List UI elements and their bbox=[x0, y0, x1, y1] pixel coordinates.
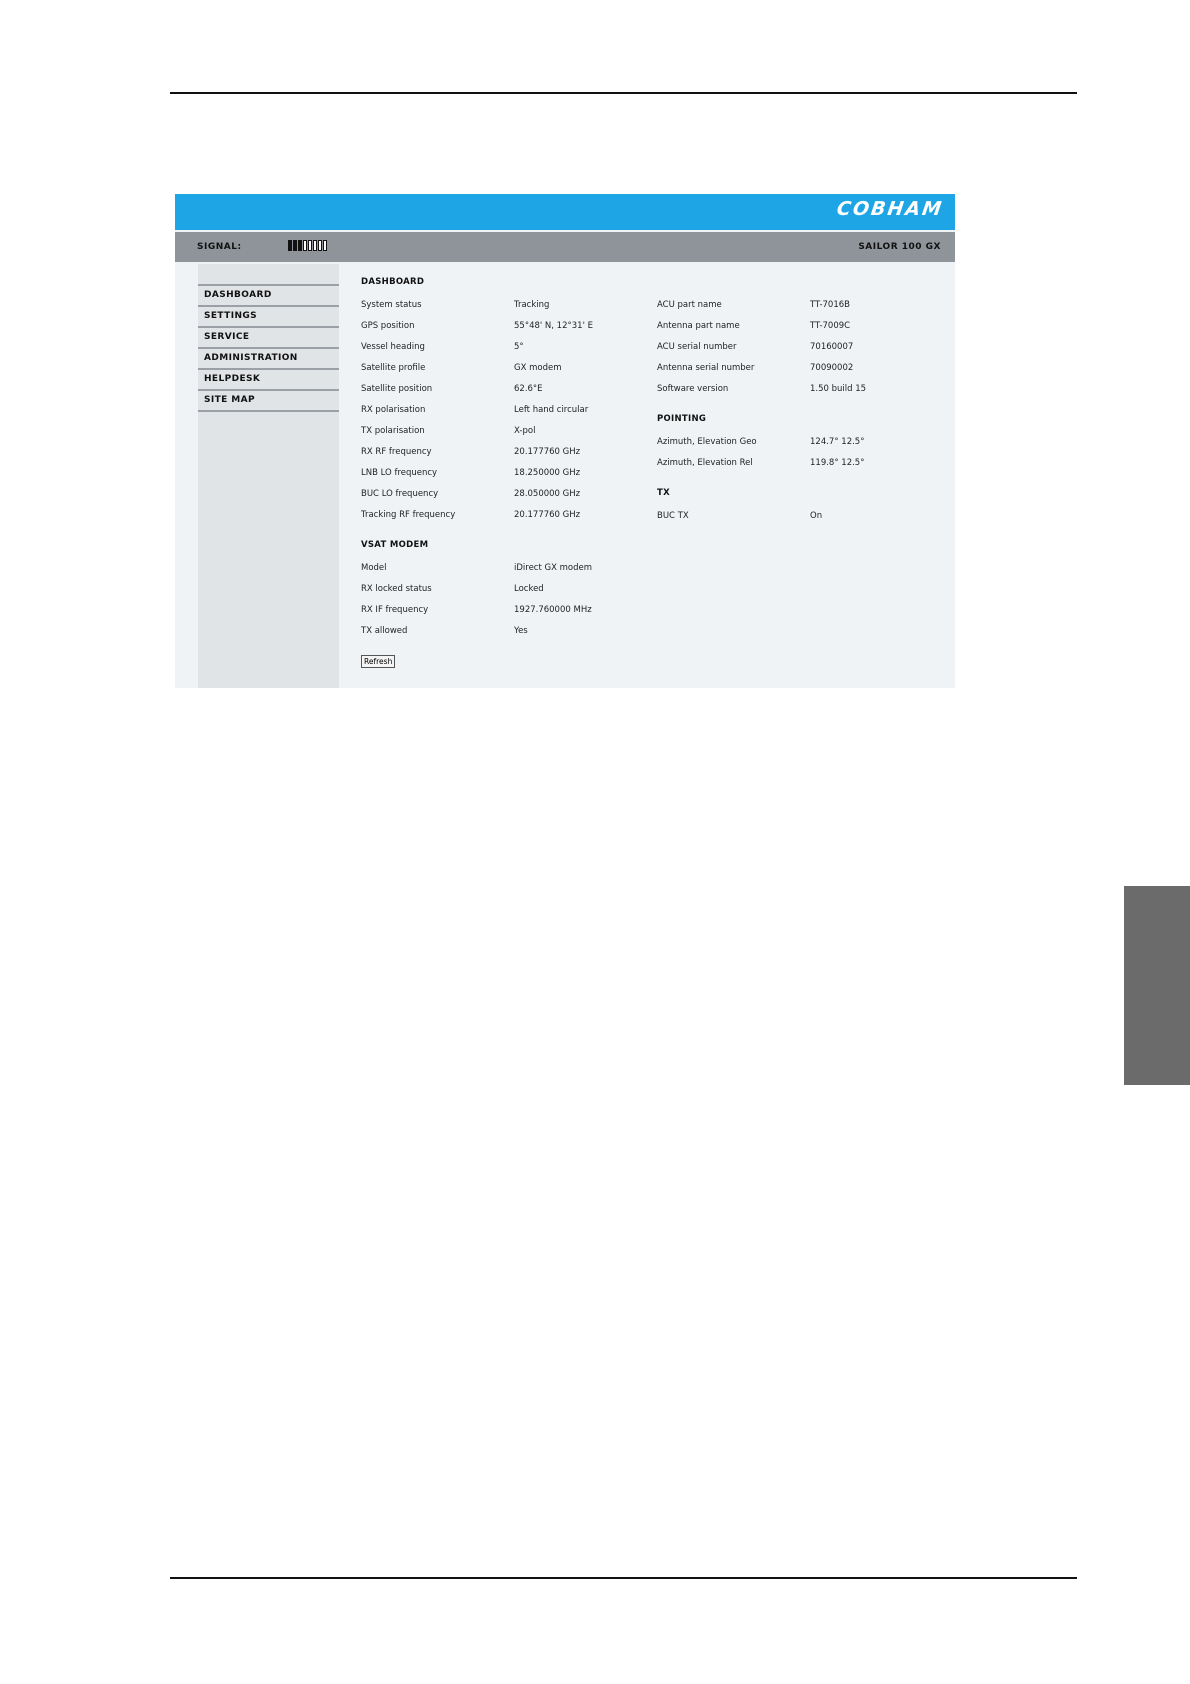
row-value: X-pol bbox=[514, 426, 536, 436]
row-label: ACU part name bbox=[657, 300, 722, 310]
signal-segment bbox=[308, 240, 312, 251]
row-label: TX polarisation bbox=[361, 426, 425, 436]
sidebar-item-settings[interactable]: SETTINGS bbox=[198, 305, 339, 326]
sidebar-item-dashboard[interactable]: DASHBOARD bbox=[198, 284, 339, 305]
row-value: Locked bbox=[514, 584, 544, 594]
row-label: System status bbox=[361, 300, 422, 310]
row-label: GPS position bbox=[361, 321, 415, 331]
dashboard-title: DASHBOARD bbox=[361, 277, 425, 287]
signal-strength-meter bbox=[288, 240, 327, 251]
tx-title: TX bbox=[657, 488, 670, 498]
vsat-modem-title: VSAT MODEM bbox=[361, 540, 429, 550]
row-label: ACU serial number bbox=[657, 342, 737, 352]
row-value: Left hand circular bbox=[514, 405, 589, 415]
row-label: RX locked status bbox=[361, 584, 432, 594]
product-name: SAILOR 100 GX bbox=[858, 242, 941, 252]
sidebar-item-administration[interactable]: ADMINISTRATION bbox=[198, 347, 339, 368]
row-value: 28.050000 GHz bbox=[514, 489, 581, 499]
row-value: 55°48' N, 12°31' E bbox=[514, 321, 593, 331]
row-value: 18.250000 GHz bbox=[514, 468, 581, 478]
row-label: Tracking RF frequency bbox=[361, 510, 456, 520]
row-label: Vessel heading bbox=[361, 342, 425, 352]
row-label: Azimuth, Elevation Rel bbox=[657, 458, 753, 468]
page-bottom-rule bbox=[170, 1577, 1077, 1579]
signal-segment bbox=[318, 240, 322, 251]
row-value: 20.177760 GHz bbox=[514, 447, 581, 457]
signal-segment bbox=[303, 240, 307, 251]
cobham-logo: COBHAM bbox=[835, 198, 945, 220]
row-label: RX polarisation bbox=[361, 405, 426, 415]
sidebar-item-site-map[interactable]: SITE MAP bbox=[198, 389, 339, 412]
row-label: TX allowed bbox=[361, 626, 408, 636]
signal-bar: SIGNAL: SAILOR 100 GX bbox=[175, 232, 955, 262]
signal-segment bbox=[298, 240, 302, 251]
row-label: Azimuth, Elevation Geo bbox=[657, 437, 757, 447]
signal-segment bbox=[323, 240, 327, 251]
row-value: TT-7009C bbox=[810, 321, 851, 331]
row-label: Model bbox=[361, 563, 387, 573]
row-label: Satellite position bbox=[361, 384, 433, 394]
row-label: RX IF frequency bbox=[361, 605, 429, 615]
row-value: 124.7° 12.5° bbox=[810, 437, 865, 447]
signal-segment bbox=[293, 240, 297, 251]
row-label: Antenna serial number bbox=[657, 363, 755, 373]
row-value: TT-7016B bbox=[810, 300, 850, 310]
signal-label: SIGNAL: bbox=[197, 242, 242, 252]
sidebar-nav: DASHBOARD SETTINGS SERVICE ADMINISTRATIO… bbox=[198, 284, 339, 412]
row-label: BUC TX bbox=[657, 511, 689, 521]
row-label: Antenna part name bbox=[657, 321, 740, 331]
chapter-side-tab bbox=[1124, 886, 1190, 1085]
row-value: 119.8° 12.5° bbox=[810, 458, 865, 468]
row-value: Yes bbox=[514, 626, 528, 636]
row-label: Satellite profile bbox=[361, 363, 426, 373]
row-label: BUC LO frequency bbox=[361, 489, 439, 499]
pointing-title: POINTING bbox=[657, 414, 707, 424]
main-content: DASHBOARD System status Tracking GPS posi… bbox=[339, 262, 955, 688]
refresh-button[interactable]: Refresh bbox=[361, 655, 396, 668]
signal-segment bbox=[313, 240, 317, 251]
web-interface-screenshot: COBHAM SIGNAL: SAILOR 100 GX DASHBOARD S… bbox=[175, 194, 955, 688]
row-label: RX RF frequency bbox=[361, 447, 432, 457]
sidebar-item-helpdesk[interactable]: HELPDESK bbox=[198, 368, 339, 389]
row-label: Software version bbox=[657, 384, 729, 394]
row-value: Tracking bbox=[514, 300, 550, 310]
sidebar-item-service[interactable]: SERVICE bbox=[198, 326, 339, 347]
top-banner: COBHAM bbox=[175, 194, 955, 230]
row-value: 1927.760000 MHz bbox=[514, 605, 592, 615]
row-value: 62.6°E bbox=[514, 384, 543, 394]
row-value: 70090002 bbox=[810, 363, 854, 373]
row-value: 20.177760 GHz bbox=[514, 510, 581, 520]
row-value: iDirect GX modem bbox=[514, 563, 593, 573]
sidebar: DASHBOARD SETTINGS SERVICE ADMINISTRATIO… bbox=[198, 264, 339, 688]
page-top-rule bbox=[170, 92, 1077, 94]
row-value: 70160007 bbox=[810, 342, 854, 352]
signal-segment bbox=[288, 240, 292, 251]
row-value: 5° bbox=[514, 342, 524, 352]
row-value: GX modem bbox=[514, 363, 562, 373]
row-label: LNB LO frequency bbox=[361, 468, 438, 478]
row-value: 1.50 build 15 bbox=[810, 384, 867, 394]
row-value: On bbox=[810, 511, 823, 521]
